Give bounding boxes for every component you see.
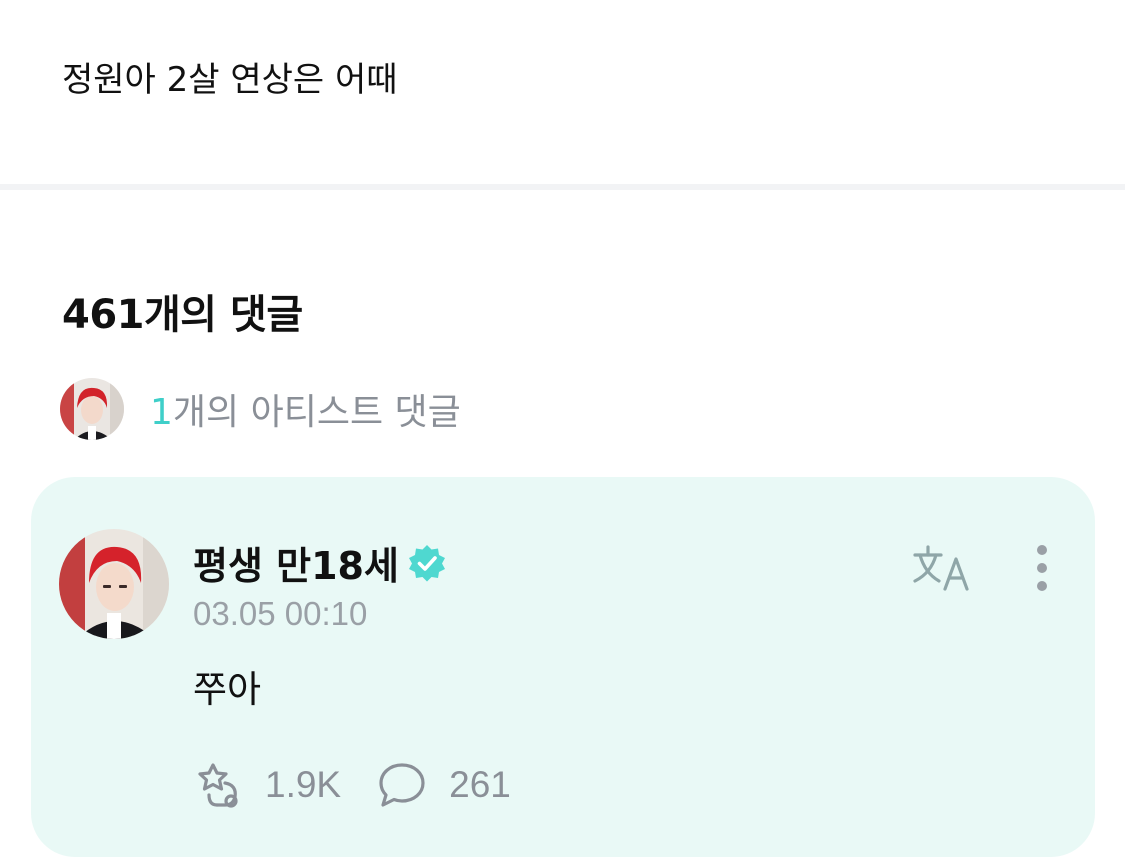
comment-bubble-icon — [379, 763, 425, 807]
cheer-count: 1.9K — [265, 764, 342, 805]
artist-avatar — [60, 378, 124, 440]
comment-actions: 1.9K 261 — [191, 761, 511, 809]
artist-comments-label: 1개의 아티스트 댓글 — [150, 383, 461, 435]
reply-count: 261 — [449, 764, 511, 805]
section-divider — [0, 184, 1125, 190]
comments-count-heading: 461개의 댓글 — [62, 292, 303, 338]
artist-comment-card: 평생 만18세 03.05 00:10 쭈아 1.9K 261 — [31, 477, 1095, 857]
artist-comments-text: 개의 아티스트 댓글 — [172, 392, 461, 433]
translate-button[interactable] — [911, 543, 975, 595]
verified-badge-icon — [399, 543, 447, 583]
translate-icon — [913, 545, 969, 591]
reply-button[interactable]: 261 — [377, 761, 511, 809]
cheer-button[interactable]: 1.9K — [191, 761, 341, 809]
post-text: 정원아 2살 연상은 어때 — [62, 60, 398, 100]
artist-comments-count: 1 — [150, 392, 173, 433]
comment-body: 쭈아 — [193, 668, 262, 711]
comment-author-row: 평생 만18세 — [193, 535, 447, 590]
artist-comments-link[interactable]: 1개의 아티스트 댓글 — [60, 378, 461, 440]
commenter-avatar[interactable] — [59, 529, 169, 639]
comment-author-name[interactable]: 평생 만18세 — [193, 535, 399, 590]
cheer-icon — [198, 763, 238, 808]
more-options-button[interactable] — [1027, 541, 1057, 601]
comment-timestamp: 03.05 00:10 — [193, 595, 368, 632]
more-vertical-icon — [1037, 545, 1047, 591]
